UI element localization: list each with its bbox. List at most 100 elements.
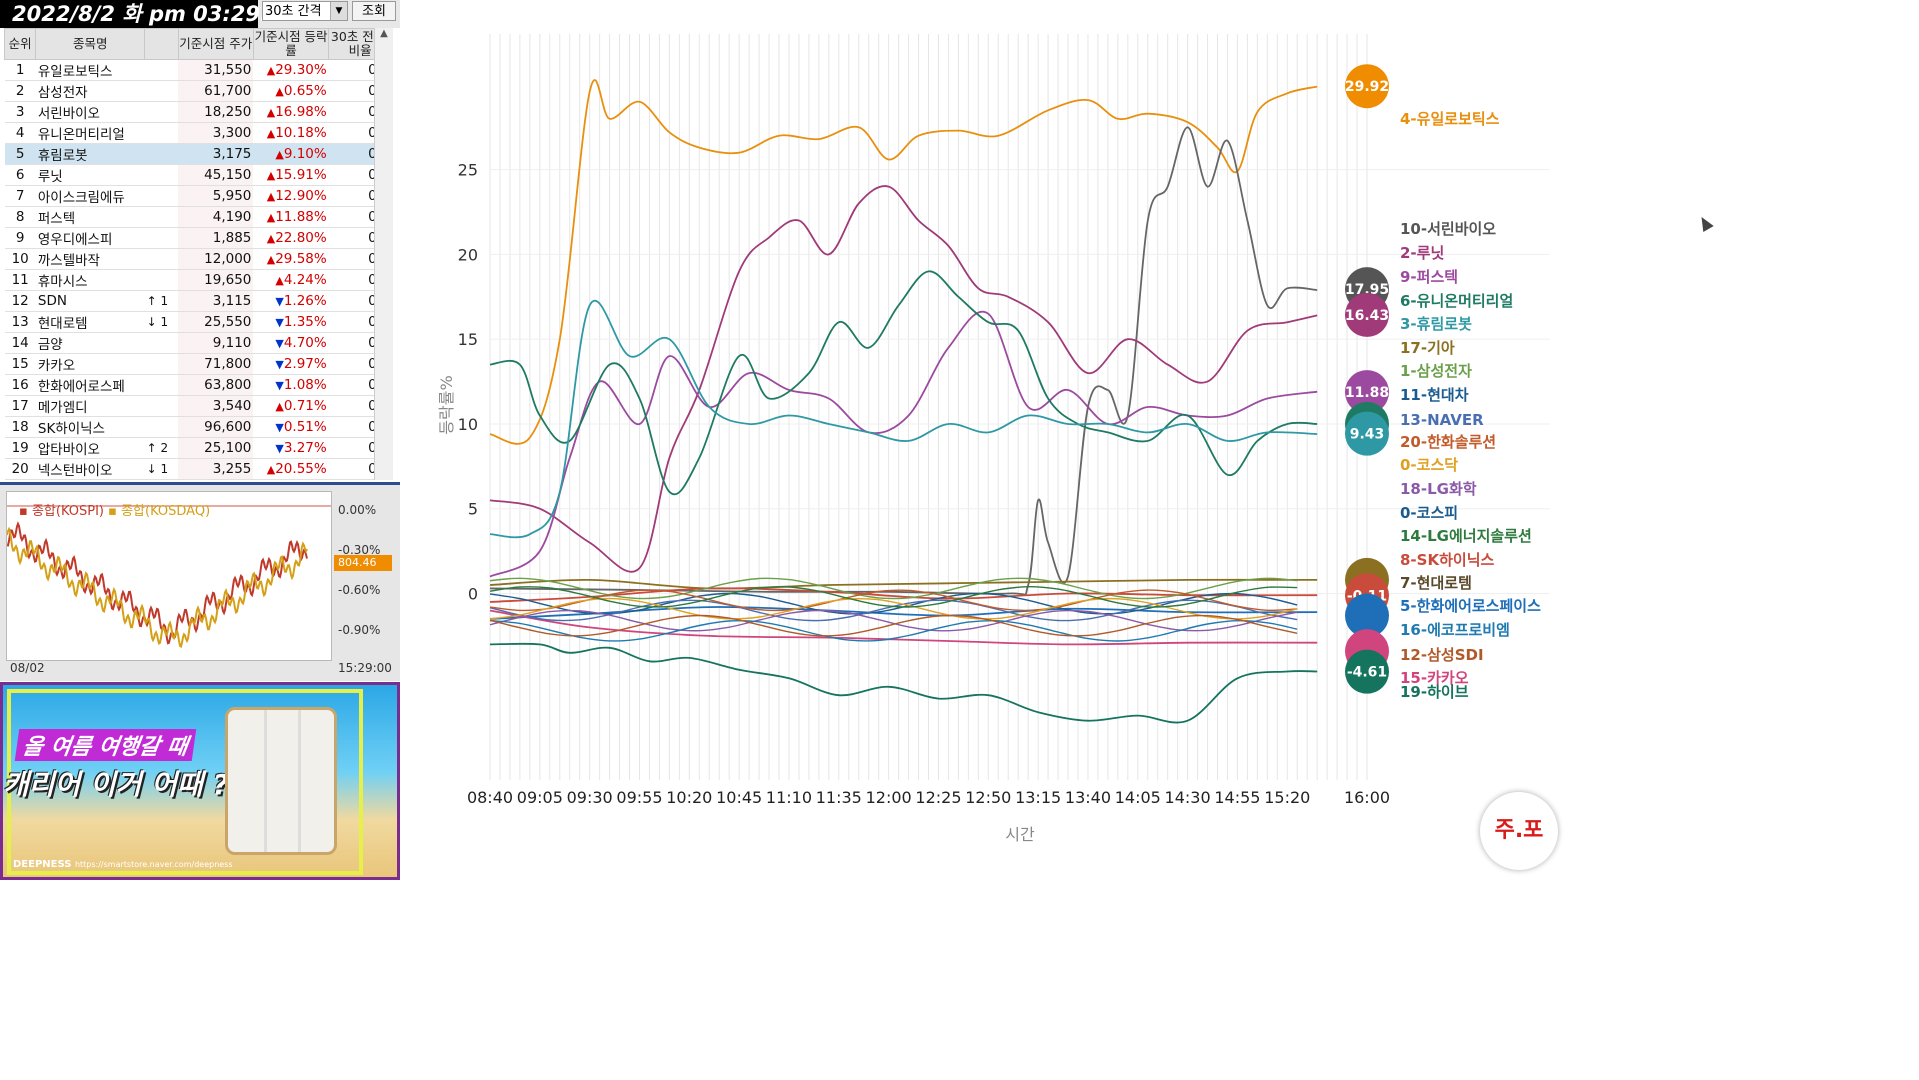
price-cell: 12,000 bbox=[178, 248, 254, 270]
price-cell: 25,100 bbox=[178, 437, 254, 459]
badge-value: -4.61 bbox=[1347, 665, 1387, 681]
rate-cell: ▲20.55% bbox=[253, 458, 329, 480]
series-label: 8-SK하이닉스 bbox=[1400, 551, 1494, 569]
series-label: 4-유일로보틱스 bbox=[1400, 110, 1500, 128]
series-label: 17-기아 bbox=[1400, 339, 1455, 357]
rate-line-chart: 0 5 10 15 20 25 08:40 09:05 09:30 09:55 10:20 10:4… bbox=[437, 34, 1550, 844]
rate-value: 0.65% bbox=[283, 83, 327, 99]
table-row[interactable]: 18SK하이닉스96,600▼0.51%0% bbox=[4, 416, 392, 438]
col-rank[interactable]: 순위 bbox=[3, 28, 37, 60]
table-row[interactable]: 2삼성전자61,700▲0.65%0% bbox=[4, 80, 392, 102]
col-price[interactable]: 기준시점 주가 bbox=[177, 28, 254, 60]
table-row[interactable]: 8퍼스텍4,190▲11.88%0% bbox=[4, 206, 392, 228]
change-cell: ↑ 1 bbox=[144, 290, 179, 312]
table-row[interactable]: 11휴마시스19,650▲4.24%0% bbox=[4, 269, 392, 291]
chevron-down-icon[interactable]: ▼ bbox=[330, 2, 347, 20]
table-row[interactable]: 12SDN↑ 13,115▼1.26%0% bbox=[4, 290, 392, 312]
col-change[interactable] bbox=[144, 28, 179, 60]
table-row[interactable]: 7아이스크림에듀5,950▲12.90%0% bbox=[4, 185, 392, 207]
rank-cell: 14 bbox=[4, 332, 36, 354]
rate-cell: ▲0.65% bbox=[253, 80, 329, 102]
series-line bbox=[489, 126, 1318, 596]
rate-cell: ▼1.08% bbox=[253, 374, 329, 396]
rank-cell: 12 bbox=[4, 290, 36, 312]
badge-value: 9.43 bbox=[1350, 427, 1385, 443]
rank-cell: 11 bbox=[4, 269, 36, 291]
table-row[interactable]: 13현대로템↓ 125,550▼1.35%0% bbox=[4, 311, 392, 333]
rate-cell: ▲29.30% bbox=[253, 59, 329, 81]
name-cell: SK하이닉스 bbox=[35, 416, 145, 438]
triangle-down-icon: ▼ bbox=[275, 295, 284, 308]
scroll-up-icon[interactable]: ▲ bbox=[375, 28, 393, 39]
series-label: 19-하이브 bbox=[1400, 683, 1469, 701]
col-name[interactable]: 종목명 bbox=[35, 28, 146, 60]
price-cell: 5,950 bbox=[178, 185, 254, 207]
rate-value: 4.24% bbox=[283, 272, 327, 288]
x-tick-label: 10:20 bbox=[666, 788, 712, 807]
series-label: 2-루닛 bbox=[1400, 244, 1444, 262]
table-row[interactable]: 14금양9,110▼4.70%0% bbox=[4, 332, 392, 354]
table-row[interactable]: 10까스텔바작12,000▲29.58%0% bbox=[4, 248, 392, 270]
change-cell bbox=[144, 395, 179, 417]
rank-cell: 4 bbox=[4, 122, 36, 144]
legend-kosdaq: ▪ 종합(KOSDAQ) bbox=[108, 504, 211, 519]
y-axis: 0 5 10 15 20 25 bbox=[458, 161, 478, 604]
price-cell: 96,600 bbox=[178, 416, 254, 438]
price-cell: 45,150 bbox=[178, 164, 254, 186]
rate-cell: ▲16.98% bbox=[253, 101, 329, 123]
triangle-up-icon: ▲ bbox=[266, 253, 276, 266]
interval-select[interactable]: 30초 간격 ▼ bbox=[262, 1, 348, 21]
series-line bbox=[489, 578, 1318, 590]
change-cell: ↑ 2 bbox=[144, 437, 179, 459]
name-cell: 한화에어로스페 bbox=[35, 374, 145, 396]
table-row[interactable]: 16한화에어로스페63,800▼1.08%0% bbox=[4, 374, 392, 396]
table-scrollbar[interactable]: ▲ bbox=[374, 28, 393, 480]
price-cell: 25,550 bbox=[178, 311, 254, 333]
ad-brand: DEEPNESS https://smartstore.naver.com/de… bbox=[13, 859, 233, 870]
ad-url[interactable]: https://smartstore.naver.com/deepness bbox=[75, 860, 233, 869]
rate-value: 3.27% bbox=[283, 440, 327, 456]
ad-brand-text: DEEPNESS bbox=[13, 859, 72, 870]
series-label: 9-퍼스텍 bbox=[1400, 268, 1458, 286]
series-line bbox=[489, 642, 1318, 724]
price-cell: 4,190 bbox=[178, 206, 254, 228]
change-cell bbox=[144, 227, 179, 249]
rate-value: 16.98% bbox=[275, 104, 327, 120]
table-row[interactable]: 3서린바이오18,250▲16.98%0% bbox=[4, 101, 392, 123]
table-row[interactable]: 19압타바이오↑ 225,100▼3.27%0% bbox=[4, 437, 392, 459]
mini-legend: ▪ 종합(KOSPI) ▪ 종합(KOSDAQ) bbox=[19, 500, 210, 519]
ad-banner[interactable]: 올 여름 여행갈 때 캐리어 이거 어때 ? DEEPNESS https://… bbox=[0, 682, 400, 880]
table-row[interactable]: 9영우디에스피1,885▲22.80%0% bbox=[4, 227, 392, 249]
rate-cell: ▼1.35% bbox=[253, 311, 329, 333]
price-cell: 3,115 bbox=[178, 290, 254, 312]
change-cell: ↓ 1 bbox=[144, 458, 179, 480]
name-cell: 퍼스텍 bbox=[35, 206, 145, 228]
rank-cell: 5 bbox=[4, 143, 36, 165]
x-tick-label: 13:40 bbox=[1065, 788, 1111, 807]
series-line bbox=[489, 614, 1298, 637]
table-row[interactable]: 20넥스턴바이오↓ 13,255▲20.55%0% bbox=[4, 458, 392, 480]
rank-cell: 6 bbox=[4, 164, 36, 186]
query-button[interactable]: 조회 bbox=[352, 1, 396, 21]
series-label: 14-LG에너지솔루션 bbox=[1400, 527, 1532, 545]
table-row[interactable]: 4유니온머티리얼3,300▲10.18%0% bbox=[4, 122, 392, 144]
change-cell bbox=[144, 353, 179, 375]
rank-cell: 9 bbox=[4, 227, 36, 249]
table-row[interactable]: 6루닛45,150▲15.91%0% bbox=[4, 164, 392, 186]
suitcase-stripe bbox=[264, 710, 267, 852]
rate-cell: ▲9.10% bbox=[253, 143, 329, 165]
rank-cell: 19 bbox=[4, 437, 36, 459]
series-label: 7-현대로템 bbox=[1400, 574, 1472, 592]
triangle-down-icon: ▼ bbox=[275, 358, 284, 371]
change-cell bbox=[144, 164, 179, 186]
name-cell: 유일로보틱스 bbox=[35, 59, 145, 81]
rate-value: 1.08% bbox=[283, 377, 327, 393]
table-row[interactable]: 17메가엠디3,540▲0.71%0% bbox=[4, 395, 392, 417]
col-rate[interactable]: 기준시점 등락률 bbox=[252, 28, 330, 60]
series-label: 16-에코프로비엠 bbox=[1400, 621, 1510, 639]
table-row[interactable]: 1유일로보틱스31,550▲29.30%0% bbox=[4, 59, 392, 81]
rate-value: 9.10% bbox=[283, 146, 327, 162]
table-row[interactable]: 15카카오71,800▼2.97%0% bbox=[4, 353, 392, 375]
name-cell: 아이스크림에듀 bbox=[35, 185, 145, 207]
table-row[interactable]: 5휴림로봇3,175▲9.10%0% bbox=[4, 143, 392, 165]
